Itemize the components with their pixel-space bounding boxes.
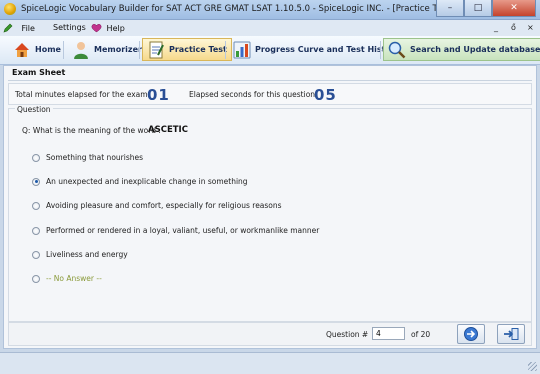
- practice-test-button-label: Practice Test: [169, 45, 227, 54]
- section-divider: [8, 80, 532, 81]
- answer-option-label: Avoiding pleasure and comfort, especiall…: [46, 201, 282, 210]
- home-icon: [15, 42, 29, 57]
- progress-curve-button[interactable]: Progress Curve and Test History: [228, 38, 405, 61]
- minimize-window-button[interactable]: –: [436, 0, 464, 17]
- radio-button[interactable]: [32, 226, 40, 235]
- menu-bar: File Settings Help _ ő ×: [0, 20, 540, 36]
- person-icon: [74, 41, 88, 59]
- resize-grip[interactable]: [528, 362, 537, 371]
- status-bar: [0, 352, 540, 374]
- search-icon: [388, 41, 406, 58]
- window-title: SpiceLogic Vocabulary Builder for SAT AC…: [21, 4, 453, 14]
- toolbar-separator: [63, 41, 64, 59]
- menu-help[interactable]: Help: [91, 23, 125, 33]
- question-navigation: Question # of 20: [8, 322, 532, 346]
- exam-sheet-panel: Exam Sheet Total minutes elapsed for the…: [3, 65, 537, 349]
- question-number-input[interactable]: [372, 327, 405, 340]
- radio-button[interactable]: [32, 274, 40, 283]
- question-prompt: Q: What is the meaning of the word :: [22, 126, 161, 135]
- arrow-into-box-icon: [504, 328, 519, 340]
- answer-option[interactable]: Performed or rendered in a loyal, valian…: [32, 226, 319, 235]
- progress-curve-button-label: Progress Curve and Test History: [255, 45, 401, 54]
- memorizer-button-label: Memorizer: [94, 45, 142, 54]
- question-group: Question Q: What is the meaning of the w…: [8, 105, 532, 322]
- search-update-button[interactable]: Search and Update database: [383, 38, 540, 61]
- no-answer-label: -- No Answer --: [46, 274, 102, 283]
- mdi-minimize-button[interactable]: _: [494, 23, 498, 32]
- main-toolbar: Home Memorizer Practice Test Progress Cu…: [0, 36, 540, 65]
- next-question-button[interactable]: [457, 324, 485, 344]
- radio-button[interactable]: [32, 153, 40, 162]
- answer-option-label: Performed or rendered in a loyal, valian…: [46, 226, 320, 235]
- answer-option-label: Liveliness and energy: [46, 250, 128, 259]
- mdi-restore-button[interactable]: ő: [511, 23, 516, 32]
- answer-option[interactable]: Liveliness and energy: [32, 250, 128, 259]
- minutes-label: Total minutes elapsed for the exam:: [15, 90, 151, 99]
- minutes-value: 01: [147, 86, 170, 104]
- help-icon: [91, 24, 102, 33]
- answer-option[interactable]: An unexpected and inexplicable change in…: [32, 177, 248, 186]
- exam-sheet-title: Exam Sheet: [12, 68, 66, 77]
- home-button[interactable]: Home: [8, 38, 66, 61]
- menu-file[interactable]: File: [3, 23, 35, 33]
- radio-button[interactable]: [32, 201, 40, 210]
- menu-file-label: File: [21, 24, 35, 33]
- pencil-icon: [3, 23, 13, 33]
- menu-help-label: Help: [106, 24, 125, 33]
- finish-test-button[interactable]: [497, 324, 525, 344]
- timer-box: Total minutes elapsed for the exam: 01 E…: [8, 83, 532, 105]
- practice-test-button[interactable]: Practice Test: [142, 38, 232, 61]
- close-window-button[interactable]: ✕: [492, 0, 536, 17]
- answer-option-label: Something that nourishes: [46, 153, 144, 162]
- search-update-button-label: Search and Update database: [410, 45, 540, 54]
- answer-option[interactable]: Something that nourishes: [32, 153, 143, 162]
- toolbar-separator: [225, 41, 226, 59]
- radio-button[interactable]: [32, 177, 40, 186]
- test-icon: [149, 41, 164, 58]
- answer-option[interactable]: Avoiding pleasure and comfort, especiall…: [32, 201, 282, 210]
- memorizer-button[interactable]: Memorizer: [67, 38, 147, 61]
- menu-settings[interactable]: Settings: [53, 23, 86, 32]
- home-button-label: Home: [35, 45, 61, 54]
- no-answer-option[interactable]: -- No Answer --: [32, 274, 102, 283]
- answer-option-label: An unexpected and inexplicable change in…: [46, 177, 248, 186]
- radio-button[interactable]: [32, 250, 40, 259]
- question-group-title: Question: [15, 105, 53, 114]
- arrow-right-icon: [464, 327, 478, 341]
- window-controls: – □ ✕: [436, 0, 536, 17]
- question-total-label: of 20: [411, 330, 431, 339]
- question-number-label: Question #: [326, 330, 369, 339]
- seconds-label: Elapsed seconds for this question:: [189, 90, 318, 99]
- question-word: ASCETIC: [148, 125, 188, 135]
- mdi-close-button[interactable]: ×: [527, 23, 534, 32]
- maximize-window-button[interactable]: □: [464, 0, 492, 17]
- title-bar[interactable]: SpiceLogic Vocabulary Builder for SAT AC…: [0, 0, 540, 20]
- seconds-value: 05: [314, 86, 337, 104]
- app-logo-icon: [4, 3, 16, 15]
- toolbar-separator: [139, 41, 140, 59]
- chart-icon: [233, 41, 251, 58]
- toolbar-separator: [380, 41, 381, 59]
